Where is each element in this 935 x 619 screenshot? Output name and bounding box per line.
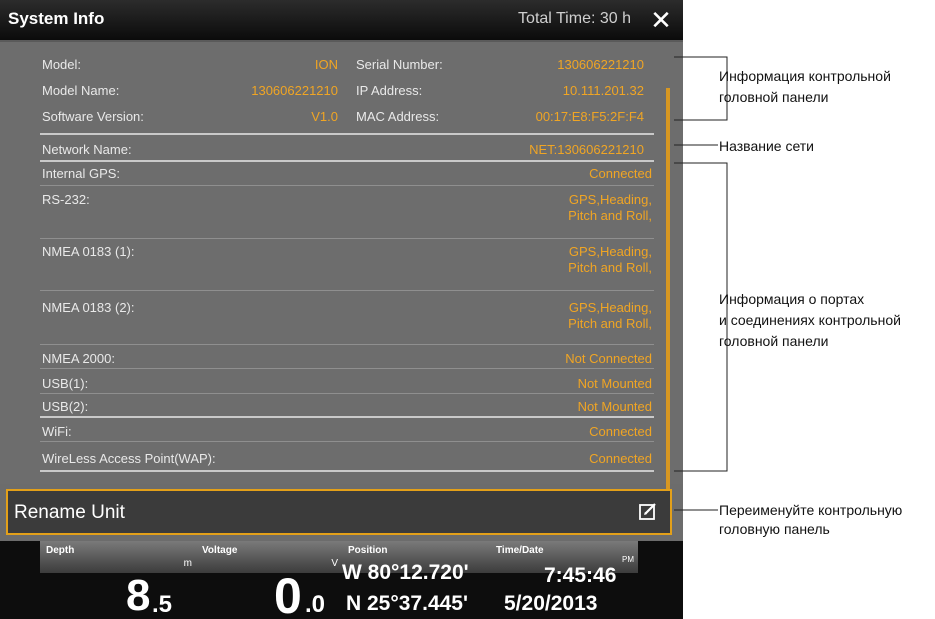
- callout-head-info-text: Информация контрольной головной панели: [719, 68, 891, 105]
- callout-rename-text: Переименуйте контрольную головную панель: [719, 502, 903, 537]
- callout-network-text: Название сети: [719, 138, 815, 154]
- callout-ports-text: Информация о портах и соединениях контро…: [719, 291, 901, 349]
